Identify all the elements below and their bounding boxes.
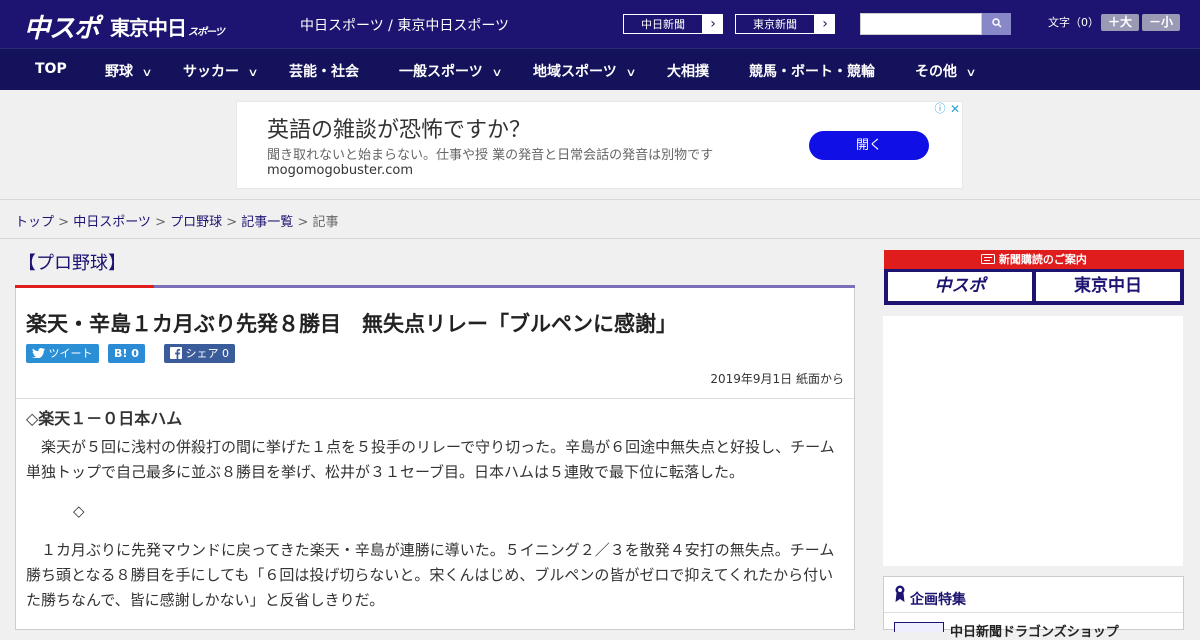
nav-baseball[interactable]: 野球 ∨ <box>105 61 153 81</box>
sidebar-ad-slot <box>883 316 1183 566</box>
tweet-label: ツイート <box>48 347 93 360</box>
breadcrumb-sep: > <box>222 215 242 230</box>
nav-other[interactable]: その他 ∨ <box>915 61 977 81</box>
nav-soccer[interactable]: サッカー ∨ <box>183 61 259 81</box>
breadcrumb: トップ > 中日スポーツ > プロ野球 > 記事一覧 > 記事 <box>0 201 1200 239</box>
twitter-icon <box>32 347 49 360</box>
ext-link-label: 中日新聞 <box>623 14 703 34</box>
chevron-down-icon: ∨ <box>247 66 259 79</box>
breadcrumb-article-list[interactable]: 記事一覧 <box>241 215 293 230</box>
chevron-right-icon: › <box>710 16 716 32</box>
breadcrumb-chunichi-sports[interactable]: 中日スポーツ <box>73 215 151 230</box>
nav-sumo[interactable]: 大相撲 <box>667 61 709 81</box>
nav-label: 野球 <box>105 64 133 80</box>
ad-open-button[interactable]: 開く <box>809 131 929 160</box>
article-separator: ◇ <box>73 502 85 520</box>
article-paragraph: １カ月ぶりに先発マウンドに戻ってきた楽天・辛島が連勝に導いた。５イニング２／３を… <box>26 541 835 609</box>
chuspo-logo[interactable]: 中スポ <box>24 8 100 45</box>
main-nav: TOP 野球 ∨ サッカー ∨ 芸能・社会 一般スポーツ ∨ 地域スポーツ ∨ 大相撲 … <box>0 48 1200 90</box>
subscribe-tokyo-logo[interactable]: 東京中日 <box>1036 272 1180 301</box>
chevron-down-icon: ∨ <box>141 66 153 79</box>
hatena-count: B! 0 <box>114 347 139 360</box>
ticket-icon <box>981 253 999 266</box>
nav-general-sports[interactable]: 一般スポーツ ∨ <box>399 61 503 81</box>
close-icon[interactable]: ✕ <box>948 102 962 116</box>
nav-label: サッカー <box>183 64 239 80</box>
breadcrumb-top[interactable]: トップ <box>15 215 54 230</box>
tokyo-logo-text: 東京中日 <box>110 16 187 40</box>
breadcrumb-sep: > <box>293 215 313 230</box>
nav-racing[interactable]: 競馬・ボート・競輪 <box>749 61 875 81</box>
nav-label: TOP <box>35 61 67 77</box>
chevron-down-icon: ∨ <box>965 66 977 79</box>
ext-link-label: 東京新聞 <box>735 14 815 34</box>
facebook-share-label: シェア 0 <box>185 347 230 360</box>
hatena-bookmark-button[interactable]: B! 0 <box>108 344 145 363</box>
banner-ad[interactable]: 英語の雑談が恐怖ですか？ 聞き取れないと始まらない。仕事や授 業の発音と日常会話… <box>236 101 963 189</box>
article-paragraph: 楽天が５回に浅村の併殺打の間に挙げた１点を５投手のリレーで守り切った。辛島が６回… <box>26 438 835 481</box>
breadcrumb-sep: > <box>150 215 171 230</box>
ad-headline: 英語の雑談が恐怖ですか？ <box>267 118 532 143</box>
nav-label: 一般スポーツ <box>399 64 483 80</box>
facebook-icon <box>170 347 186 360</box>
top-header: 中スポ 東京中日 スポーツ 中日スポーツ / 東京中日スポーツ 中日新聞 › 東京… <box>0 0 1200 48</box>
site-title: 中日スポーツ / 東京中日スポーツ <box>300 18 510 34</box>
nav-label: 芸能・社会 <box>289 64 359 80</box>
breadcrumb-current: 記事 <box>312 215 339 230</box>
feature-thumbnail[interactable] <box>894 622 944 632</box>
article-title: 楽天・辛島１カ月ぶり先発８勝目 無失点リレー「ブルペンに感謝」 <box>26 312 677 336</box>
feature-header: 企画特集 <box>884 577 1183 613</box>
subscription-heading-text: 新聞購読のご案内 <box>998 253 1087 266</box>
search-button[interactable] <box>982 13 1011 35</box>
feature-box: 企画特集 中日新聞ドラゴンズショップ <box>883 576 1184 640</box>
font-size-label: 文字（0） <box>1048 16 1099 29</box>
ad-area: 英語の雑談が恐怖ですか？ 聞き取れないと始まらない。仕事や授 業の発音と日常会話… <box>0 90 1200 200</box>
nav-label: 競馬・ボート・競輪 <box>749 64 875 80</box>
breadcrumb-pro-baseball[interactable]: プロ野球 <box>170 215 222 230</box>
search-input[interactable] <box>860 13 982 35</box>
category-heading: 【プロ野球】 <box>18 253 126 274</box>
article-date: 2019年9月1日 紙面から <box>710 372 844 386</box>
feature-title: 企画特集 <box>910 592 966 608</box>
divider <box>16 398 854 399</box>
article-body: ◇楽天１－０日本ハム 楽天が５回に浅村の併殺打の間に挙げた１点を５投手のリレーで… <box>26 406 846 627</box>
article-subhead: ◇楽天１－０日本ハム <box>26 409 183 428</box>
nav-top[interactable]: TOP <box>35 61 67 77</box>
chevron-down-icon: ∨ <box>491 66 503 79</box>
nav-local-sports[interactable]: 地域スポーツ ∨ <box>533 61 637 81</box>
article-card: 楽天・辛島１カ月ぶり先発８勝目 無失点リレー「ブルペンに感謝」 ツイート B! … <box>15 288 855 630</box>
chevron-down-icon: ∨ <box>625 66 637 79</box>
ad-domain: mogomogobuster.com <box>267 163 414 178</box>
chunichi-shimbun-link[interactable]: 中日新聞 › <box>622 13 724 35</box>
ad-subtext: 聞き取れないと始まらない。仕事や授 業の発音と日常会話の発音は別物です <box>267 148 714 163</box>
nav-entertainment[interactable]: 芸能・社会 <box>289 61 359 81</box>
subscription-box[interactable]: 新聞購読のご案内 中スポ 東京中日 <box>884 250 1184 305</box>
subscribe-chuspo-logo[interactable]: 中スポ <box>888 272 1032 301</box>
feature-item-dragons-shop[interactable]: 中日新聞ドラゴンズショップ <box>950 621 1119 640</box>
tokyo-logo-suffix: スポーツ <box>188 27 225 38</box>
font-bigger-button[interactable]: ＋大 <box>1101 14 1139 31</box>
search-icon <box>991 17 1002 31</box>
font-smaller-button[interactable]: －小 <box>1142 14 1180 31</box>
breadcrumb-sep: > <box>54 215 74 230</box>
nav-label: 地域スポーツ <box>533 64 617 80</box>
tokyo-shimbun-link[interactable]: 東京新聞 › <box>734 13 836 35</box>
tweet-button[interactable]: ツイート <box>26 344 99 363</box>
facebook-share-button[interactable]: シェア 0 <box>164 344 235 363</box>
nav-label: その他 <box>915 64 957 80</box>
info-icon[interactable]: ⓘ <box>933 102 947 116</box>
tokyo-chunichi-logo[interactable]: 東京中日 スポーツ <box>110 12 225 41</box>
ribbon-icon <box>894 585 906 608</box>
chevron-right-icon: › <box>822 16 828 32</box>
subscription-heading: 新聞購読のご案内 <box>884 250 1184 269</box>
nav-label: 大相撲 <box>667 64 709 80</box>
